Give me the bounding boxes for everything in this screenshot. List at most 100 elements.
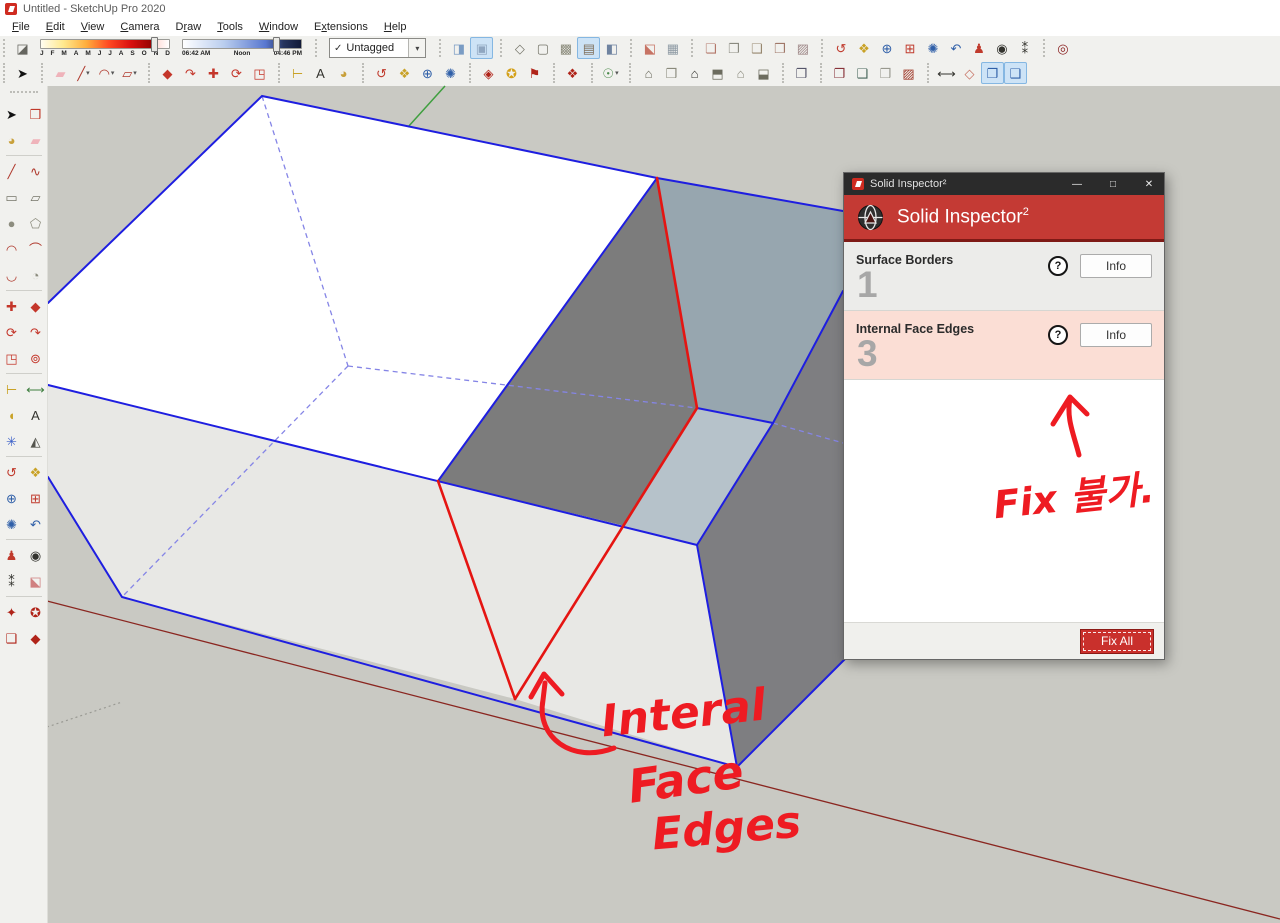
select-tool-icon[interactable]: ➤ bbox=[11, 62, 34, 84]
bin-icon[interactable]: ⬓ bbox=[752, 62, 775, 84]
tape-measure-icon[interactable]: ⊢ bbox=[0, 376, 23, 402]
house-3d-icon[interactable]: ⌂ bbox=[637, 62, 660, 84]
flip-icon[interactable]: ⟷ bbox=[935, 62, 958, 84]
zoom-extents-icon[interactable]: ✺ bbox=[439, 62, 462, 84]
look-around-icon[interactable]: ◉ bbox=[24, 542, 47, 568]
paint-bucket-icon[interactable]: ◕ bbox=[332, 62, 355, 84]
tape-measure-icon[interactable]: ⊢ bbox=[286, 62, 309, 84]
tag-icon[interactable]: ❖ bbox=[561, 62, 584, 84]
zoom-extents-icon[interactable]: ✺ bbox=[0, 511, 23, 537]
zoom-icon[interactable]: ⊕ bbox=[416, 62, 439, 84]
date-slider-handle[interactable] bbox=[151, 37, 159, 52]
menu-help[interactable]: Help bbox=[376, 20, 415, 34]
position-camera-icon[interactable]: ♟ bbox=[967, 37, 990, 59]
section-plane-icon[interactable]: ⬕ bbox=[24, 568, 47, 594]
inspector-row-internal-face-edges[interactable]: Internal Face Edges 3? Info bbox=[844, 311, 1164, 380]
component-blue-a-icon[interactable]: ❐ bbox=[981, 62, 1004, 84]
zoom-extents-icon[interactable]: ✺ bbox=[921, 37, 944, 59]
menu-file[interactable]: File bbox=[4, 20, 38, 34]
xray-mode-icon[interactable]: ◨ bbox=[447, 37, 470, 59]
make-component-icon[interactable]: ❒ bbox=[24, 101, 47, 127]
line-tool-icon[interactable]: ╱ bbox=[0, 158, 23, 184]
help-icon[interactable]: ? bbox=[1048, 325, 1068, 345]
arc-tool-icon[interactable]: ◠ ▾ bbox=[95, 62, 118, 84]
orbit-icon[interactable]: ↺ bbox=[829, 37, 852, 59]
chevron-down-icon[interactable]: ▾ bbox=[408, 39, 426, 57]
inspector-row-surface-borders[interactable]: Surface Borders 1? Info bbox=[844, 242, 1164, 311]
menu-draw[interactable]: Draw bbox=[168, 20, 210, 34]
follow-me-icon[interactable]: ↷ bbox=[179, 62, 202, 84]
select-tool-icon[interactable]: ➤ bbox=[0, 101, 23, 127]
section-plane-icon[interactable]: ⬕ bbox=[638, 37, 661, 59]
paint-bucket-icon[interactable]: ◕ bbox=[0, 127, 23, 153]
pan-icon[interactable]: ❖ bbox=[852, 37, 875, 59]
rotate-tool-icon[interactable]: ⟳ bbox=[0, 319, 23, 345]
drape-tool-icon[interactable]: ▨ bbox=[791, 37, 814, 59]
shape-tool-icon[interactable]: ▱ ▾ bbox=[118, 62, 141, 84]
component-reload-icon[interactable]: ❑ bbox=[851, 62, 874, 84]
menu-tools[interactable]: Tools bbox=[209, 20, 251, 34]
palette-drag-handle[interactable] bbox=[9, 91, 38, 93]
close-button[interactable]: ✕ bbox=[1134, 173, 1164, 195]
push-pull-icon[interactable]: ◆ bbox=[24, 293, 47, 319]
fix-warning-icon[interactable]: ✪ bbox=[500, 62, 523, 84]
rotate-tool-icon[interactable]: ⟳ bbox=[225, 62, 248, 84]
rotated-rectangle-icon[interactable]: ▱ bbox=[24, 184, 47, 210]
purge-icon[interactable]: ⚑ bbox=[523, 62, 546, 84]
menu-view[interactable]: View bbox=[73, 20, 113, 34]
walk-icon[interactable]: ⁑ bbox=[1013, 37, 1036, 59]
look-around-icon[interactable]: ◉ bbox=[990, 37, 1013, 59]
house-flat-icon[interactable]: ⬒ bbox=[706, 62, 729, 84]
component-blue-b-icon[interactable]: ❑ bbox=[1004, 62, 1027, 84]
position-camera-icon[interactable]: ♟ bbox=[0, 542, 23, 568]
section-fill-icon[interactable]: ▦ bbox=[661, 37, 684, 59]
move-tool-icon[interactable]: ✚ bbox=[202, 62, 225, 84]
account-icon[interactable]: ☉ ▾ bbox=[599, 62, 622, 84]
follow-me-icon[interactable]: ↷ bbox=[24, 319, 47, 345]
shadow-date-slider[interactable]: JFMAMJJASOND bbox=[40, 37, 170, 57]
menu-camera[interactable]: Camera bbox=[112, 20, 167, 34]
info-button[interactable]: Info bbox=[1080, 254, 1152, 278]
time-slider-handle[interactable] bbox=[272, 37, 280, 52]
shaded-icon[interactable]: ▩ bbox=[554, 37, 577, 59]
line-tool-icon[interactable]: ╱ ▾ bbox=[72, 62, 95, 84]
warehouse-download-icon[interactable]: ✪ bbox=[24, 599, 47, 625]
menu-extensions[interactable]: Extensions bbox=[306, 20, 376, 34]
orbit-icon[interactable]: ↺ bbox=[0, 459, 23, 485]
house-outline-icon[interactable]: ⌂ bbox=[729, 62, 752, 84]
model-info-icon[interactable]: ◈ bbox=[477, 62, 500, 84]
pan-icon[interactable]: ❖ bbox=[393, 62, 416, 84]
eraser-tool-icon[interactable]: ▰ bbox=[24, 127, 47, 153]
rectangle-tool-icon[interactable]: ▭ bbox=[0, 184, 23, 210]
zoom-icon[interactable]: ⊕ bbox=[0, 485, 23, 511]
component-lock-icon[interactable]: ❒ bbox=[874, 62, 897, 84]
shadow-time-slider[interactable]: 06:42 AM Noon 04:46 PM bbox=[182, 37, 302, 57]
two-point-arc-icon[interactable]: ⌒ bbox=[24, 236, 47, 262]
offset-tool-icon[interactable]: ⊚ bbox=[24, 345, 47, 371]
monochrome-icon[interactable]: ◧ bbox=[600, 37, 623, 59]
three-d-text-icon[interactable]: ◭ bbox=[24, 428, 47, 454]
house-front-icon[interactable]: ⌂ bbox=[683, 62, 706, 84]
three-point-arc-icon[interactable]: ◡ bbox=[0, 262, 23, 288]
axes-tool-icon[interactable]: ✳ bbox=[0, 428, 23, 454]
warehouse-extension-icon[interactable]: ❑ bbox=[0, 625, 23, 651]
shadows-toggle-icon[interactable]: ◪ bbox=[11, 37, 34, 59]
component-report-icon[interactable]: ▨ bbox=[897, 62, 920, 84]
hidden-line-icon[interactable]: ▢ bbox=[531, 37, 554, 59]
walk-icon[interactable]: ⁑ bbox=[0, 568, 23, 594]
previous-view-icon[interactable]: ↶ bbox=[24, 511, 47, 537]
menu-edit[interactable]: Edit bbox=[38, 20, 73, 34]
pan-icon[interactable]: ❖ bbox=[24, 459, 47, 485]
maximize-button[interactable]: □ bbox=[1098, 173, 1128, 195]
freehand-tool-icon[interactable]: ∿ bbox=[24, 158, 47, 184]
scale-tool-icon[interactable]: ◳ bbox=[0, 345, 23, 371]
solid-inspector-icon[interactable]: ◎ bbox=[1051, 37, 1074, 59]
push-pull-icon[interactable]: ◆ bbox=[156, 62, 179, 84]
dialog-titlebar[interactable]: Solid Inspector² — □ ✕ bbox=[844, 173, 1164, 195]
component-icon[interactable]: ❐ bbox=[790, 62, 813, 84]
help-icon[interactable]: ? bbox=[1048, 256, 1068, 276]
protractor-tool-icon[interactable]: ◖ bbox=[0, 402, 23, 428]
outline-box-icon[interactable]: ◇ bbox=[958, 62, 981, 84]
warehouse-share-icon[interactable]: ✦ bbox=[0, 599, 23, 625]
dimension-tool-icon[interactable]: ⟷ bbox=[24, 376, 47, 402]
